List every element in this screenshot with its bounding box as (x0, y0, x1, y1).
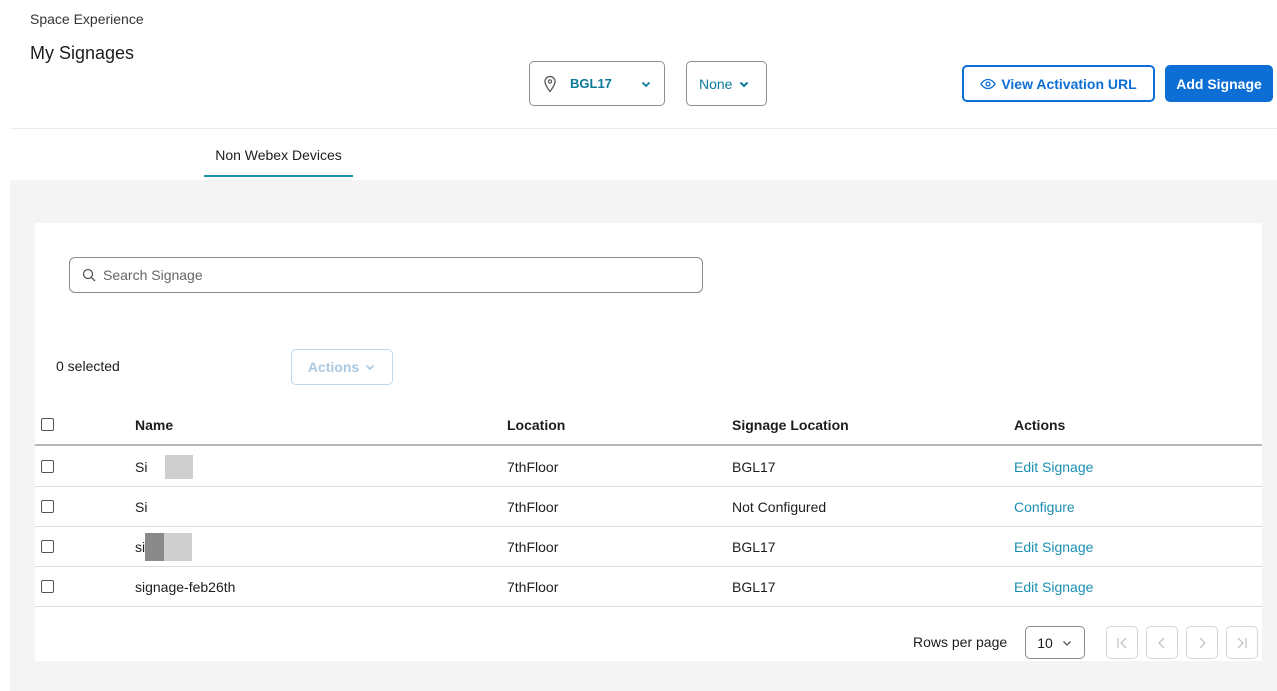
signage-name-cell: si (135, 527, 193, 566)
secondary-filter-dropdown[interactable]: None (686, 61, 767, 106)
signage-location-cell: BGL17 (732, 458, 776, 475)
eye-icon (980, 78, 997, 89)
bulk-actions-button[interactable]: Actions (291, 349, 393, 385)
header-divider (10, 128, 1277, 129)
rows-per-page-value: 10 (1037, 634, 1053, 651)
first-page-icon (1117, 637, 1127, 648)
edit-signage-link[interactable]: Edit Signage (1014, 447, 1093, 486)
location-dropdown[interactable]: BGL17 (529, 61, 665, 106)
column-header-location[interactable]: Location (507, 405, 565, 444)
selected-count: 0 selected (56, 358, 120, 374)
row-checkbox[interactable] (41, 580, 54, 593)
bulk-actions-label: Actions (307, 359, 360, 375)
search-input[interactable] (103, 267, 690, 283)
rows-per-page-dropdown[interactable]: 10 (1025, 626, 1085, 659)
select-all-checkbox[interactable] (41, 418, 54, 431)
next-page-button[interactable] (1186, 626, 1218, 659)
location-cell: 7thFloor (507, 538, 559, 555)
column-header-name[interactable]: Name (135, 405, 173, 444)
signage-name-cell: signage-feb26th (135, 567, 235, 606)
add-signage-button[interactable]: Add Signage (1165, 65, 1273, 102)
table-row: Si 7thFloor BGL17 Edit Signage (35, 447, 1262, 487)
chevron-down-icon (1062, 640, 1071, 646)
signage-name-cell: Si (135, 447, 194, 486)
next-page-icon (1199, 637, 1206, 648)
configure-link[interactable]: Configure (1014, 487, 1075, 526)
signage-location-cell: Not Configured (732, 498, 827, 515)
location-cell: 7thFloor (507, 458, 559, 475)
page-title: My Signages (30, 43, 135, 63)
table-row: Si 7thFloor Not Configured Configure (35, 487, 1262, 527)
chevron-down-icon (366, 364, 375, 371)
row-checkbox[interactable] (41, 540, 54, 553)
view-activation-url-button[interactable]: View Activation URL (962, 65, 1155, 102)
prev-page-icon (1158, 637, 1165, 648)
edit-signage-link[interactable]: Edit Signage (1014, 567, 1093, 606)
column-header-actions: Actions (1014, 416, 1066, 433)
view-activation-url-label: View Activation URL (1001, 75, 1137, 92)
secondary-filter-value: None (699, 75, 733, 92)
table-header: Name Location Signage Location Actions (35, 405, 1262, 446)
row-checkbox-cell[interactable] (41, 567, 54, 606)
location-pin-icon (544, 75, 556, 93)
search-box[interactable] (69, 257, 703, 293)
table-row: si 7thFloor BGL17 Edit Signage (35, 527, 1262, 567)
row-checkbox[interactable] (41, 460, 54, 473)
location-dropdown-value: BGL17 (570, 76, 612, 91)
rows-per-page-label: Rows per page (913, 634, 1008, 650)
signage-name: Si (135, 498, 148, 515)
last-page-button[interactable] (1226, 626, 1258, 659)
location-cell: 7thFloor (507, 498, 559, 515)
row-checkbox-cell[interactable] (41, 487, 54, 526)
first-page-button[interactable] (1106, 626, 1138, 659)
previous-page-button[interactable] (1146, 626, 1178, 659)
signage-name: signage-feb26th (135, 578, 236, 595)
redacted-block (145, 532, 165, 561)
signage-name: si (135, 538, 146, 555)
page-header: Space Experience My Signages BGL17 None … (0, 0, 1277, 180)
signage-name: Si (135, 458, 148, 475)
location-cell: 7thFloor (507, 578, 559, 595)
last-page-icon (1237, 637, 1247, 648)
search-icon (82, 268, 96, 282)
signage-location-cell: BGL17 (732, 578, 776, 595)
redacted-block (164, 532, 193, 561)
edit-signage-link[interactable]: Edit Signage (1014, 527, 1093, 566)
column-header-signage-location[interactable]: Signage Location (732, 405, 849, 444)
signage-name-cell: Si (135, 487, 147, 526)
row-checkbox[interactable] (41, 500, 54, 513)
row-checkbox-cell[interactable] (41, 527, 54, 566)
signage-location-cell: BGL17 (732, 538, 776, 555)
tab-non-webex-devices[interactable]: Non Webex Devices (204, 147, 353, 177)
row-checkbox-cell[interactable] (41, 447, 54, 486)
table-row: signage-feb26th 7thFloor BGL17 Edit Sign… (35, 567, 1262, 607)
redacted-block (165, 454, 194, 479)
chevron-down-icon (740, 81, 749, 87)
select-all-checkbox-cell[interactable] (41, 405, 54, 444)
chevron-down-icon (641, 81, 651, 87)
app-name: Space Experience (30, 11, 144, 27)
